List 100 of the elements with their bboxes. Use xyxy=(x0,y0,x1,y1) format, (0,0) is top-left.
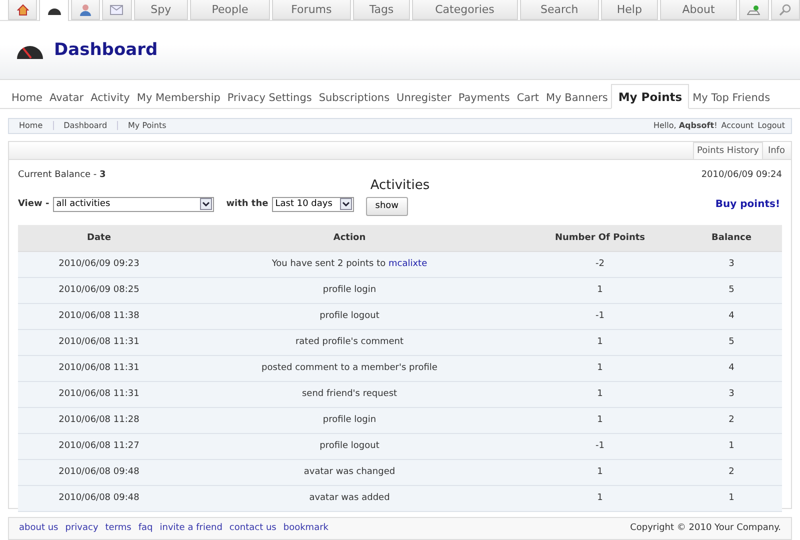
nav-tab[interactable]: People xyxy=(190,0,270,20)
member-link[interactable]: mcalixte xyxy=(388,259,428,270)
dropdown-caret-icon xyxy=(340,198,352,210)
action-cell: send friend's request xyxy=(180,381,519,408)
nav-tab[interactable]: Forums xyxy=(272,0,352,20)
balance-cell: 4 xyxy=(681,303,782,330)
account-link[interactable]: Account xyxy=(721,121,754,130)
action-cell: profile login xyxy=(180,277,519,304)
date-cell: 2010/06/08 11:31 xyxy=(18,381,180,408)
search-icon xyxy=(779,4,792,16)
breadcrumb-link[interactable]: Dashboard xyxy=(54,121,118,130)
date-cell: 2010/06/08 11:31 xyxy=(18,329,180,356)
column-header: Balance xyxy=(681,224,782,252)
nav-tab[interactable]: About xyxy=(660,0,738,20)
dropdown-caret-icon xyxy=(200,198,212,210)
points-cell: 1 xyxy=(519,381,681,408)
nav-tab[interactable]: Help xyxy=(601,0,658,20)
nav-tab[interactable]: Tags xyxy=(353,0,410,20)
footer-link[interactable]: contact us xyxy=(229,523,276,534)
action-cell: avatar was added xyxy=(180,485,519,512)
sub-nav-tab[interactable]: Activity xyxy=(87,92,134,108)
footer-link[interactable]: privacy xyxy=(65,523,98,534)
points-cell: 1 xyxy=(519,277,681,304)
date-cell: 2010/06/09 09:23 xyxy=(18,251,180,278)
points-cell: -2 xyxy=(519,251,681,278)
points-cell: 1 xyxy=(519,329,681,356)
balance-cell: 5 xyxy=(681,329,782,356)
balance-cell: 1 xyxy=(681,485,782,512)
user-icon xyxy=(80,4,91,16)
view-label: View - xyxy=(18,199,50,210)
action-cell: profile logout xyxy=(180,433,519,460)
sub-nav-tab[interactable]: Avatar xyxy=(46,92,88,108)
mail-icon xyxy=(110,4,124,14)
points-cell: 1 xyxy=(519,459,681,486)
nav-tab[interactable]: Search xyxy=(520,0,600,20)
greeting-text: Hello, Aqbsoft! xyxy=(653,121,718,130)
footer-link[interactable]: about us xyxy=(19,523,58,534)
balance-cell: 2 xyxy=(681,407,782,434)
show-button[interactable]: show xyxy=(366,196,408,216)
balance-cell: 1 xyxy=(681,433,782,460)
footer-link[interactable]: terms xyxy=(105,523,132,534)
action-cell: posted comment to a member's profile xyxy=(180,355,519,382)
sub-nav-tab[interactable]: Privacy Settings xyxy=(224,92,316,108)
sub-nav-tab[interactable]: Subscriptions xyxy=(315,92,394,108)
date-cell: 2010/06/08 09:48 xyxy=(18,459,180,486)
nav-icon-tab[interactable] xyxy=(39,0,69,22)
sub-nav-tab[interactable]: My Top Friends xyxy=(689,92,774,108)
page-title: Dashboard xyxy=(54,40,158,60)
panel-tab[interactable]: Info xyxy=(764,142,788,159)
account-link[interactable]: Logout xyxy=(758,121,785,130)
timestamp-text: 2010/06/09 09:24 xyxy=(701,170,782,180)
date-cell: 2010/06/08 11:38 xyxy=(18,303,180,330)
balance-text: Current Balance - 3 xyxy=(18,170,106,180)
footer-link[interactable]: bookmark xyxy=(283,523,328,534)
date-cell: 2010/06/08 09:48 xyxy=(18,485,180,512)
tray-plus-icon xyxy=(747,4,760,14)
nav-tab[interactable]: Categories xyxy=(412,0,518,20)
section-heading: Activities xyxy=(369,178,431,193)
copyright-text: Copyright © 2010 Your Company. xyxy=(630,523,781,534)
breadcrumb-link[interactable]: Home xyxy=(9,121,54,130)
nav-icon-tab[interactable] xyxy=(8,0,38,20)
range-select[interactable]: Last 10 days xyxy=(272,196,354,212)
footer-link[interactable]: faq xyxy=(138,523,153,534)
sub-nav-tab[interactable]: My Points xyxy=(611,84,690,109)
balance-cell: 5 xyxy=(681,277,782,304)
range-label: with the xyxy=(226,199,268,210)
date-cell: 2010/06/08 11:27 xyxy=(18,433,180,460)
date-cell: 2010/06/08 11:31 xyxy=(18,355,180,382)
points-cell: -1 xyxy=(519,303,681,330)
balance-cell: 3 xyxy=(681,381,782,408)
date-cell: 2010/06/09 08:25 xyxy=(18,277,180,304)
nav-tab[interactable]: Spy xyxy=(134,0,188,20)
action-cell: rated profile's comment xyxy=(180,329,519,356)
points-cell: -1 xyxy=(519,433,681,460)
balance-cell: 4 xyxy=(681,355,782,382)
buy-points-link[interactable]: Buy points! xyxy=(715,198,780,210)
sub-nav-tab[interactable]: My Membership xyxy=(133,92,224,108)
sub-nav-tab[interactable]: Home xyxy=(8,92,46,108)
sub-nav-tab[interactable]: My Banners xyxy=(542,92,612,108)
points-cell: 1 xyxy=(519,407,681,434)
panel-tab[interactable]: Points History xyxy=(693,142,763,159)
column-header: Number Of Points xyxy=(519,224,681,252)
sub-nav-tab[interactable]: Payments xyxy=(454,92,514,108)
balance-cell: 3 xyxy=(681,251,782,278)
date-cell: 2010/06/08 11:28 xyxy=(18,407,180,434)
action-cell: profile login xyxy=(180,407,519,434)
points-cell: 1 xyxy=(519,485,681,512)
view-select[interactable]: all activities xyxy=(53,196,214,212)
action-cell: avatar was changed xyxy=(180,459,519,486)
balance-cell: 2 xyxy=(681,459,782,486)
footer-link[interactable]: invite a friend xyxy=(160,523,222,534)
column-header: Date xyxy=(18,224,180,252)
sub-nav-tab[interactable]: Cart xyxy=(513,92,543,108)
sub-nav-tab[interactable]: Unregister xyxy=(393,92,455,108)
column-header: Action xyxy=(180,224,519,252)
home-icon xyxy=(16,4,29,16)
breadcrumb-current: My Points xyxy=(127,121,168,130)
points-cell: 1 xyxy=(519,355,681,382)
action-text: You have sent 2 points to xyxy=(272,259,387,270)
action-cell: profile logout xyxy=(180,303,519,330)
